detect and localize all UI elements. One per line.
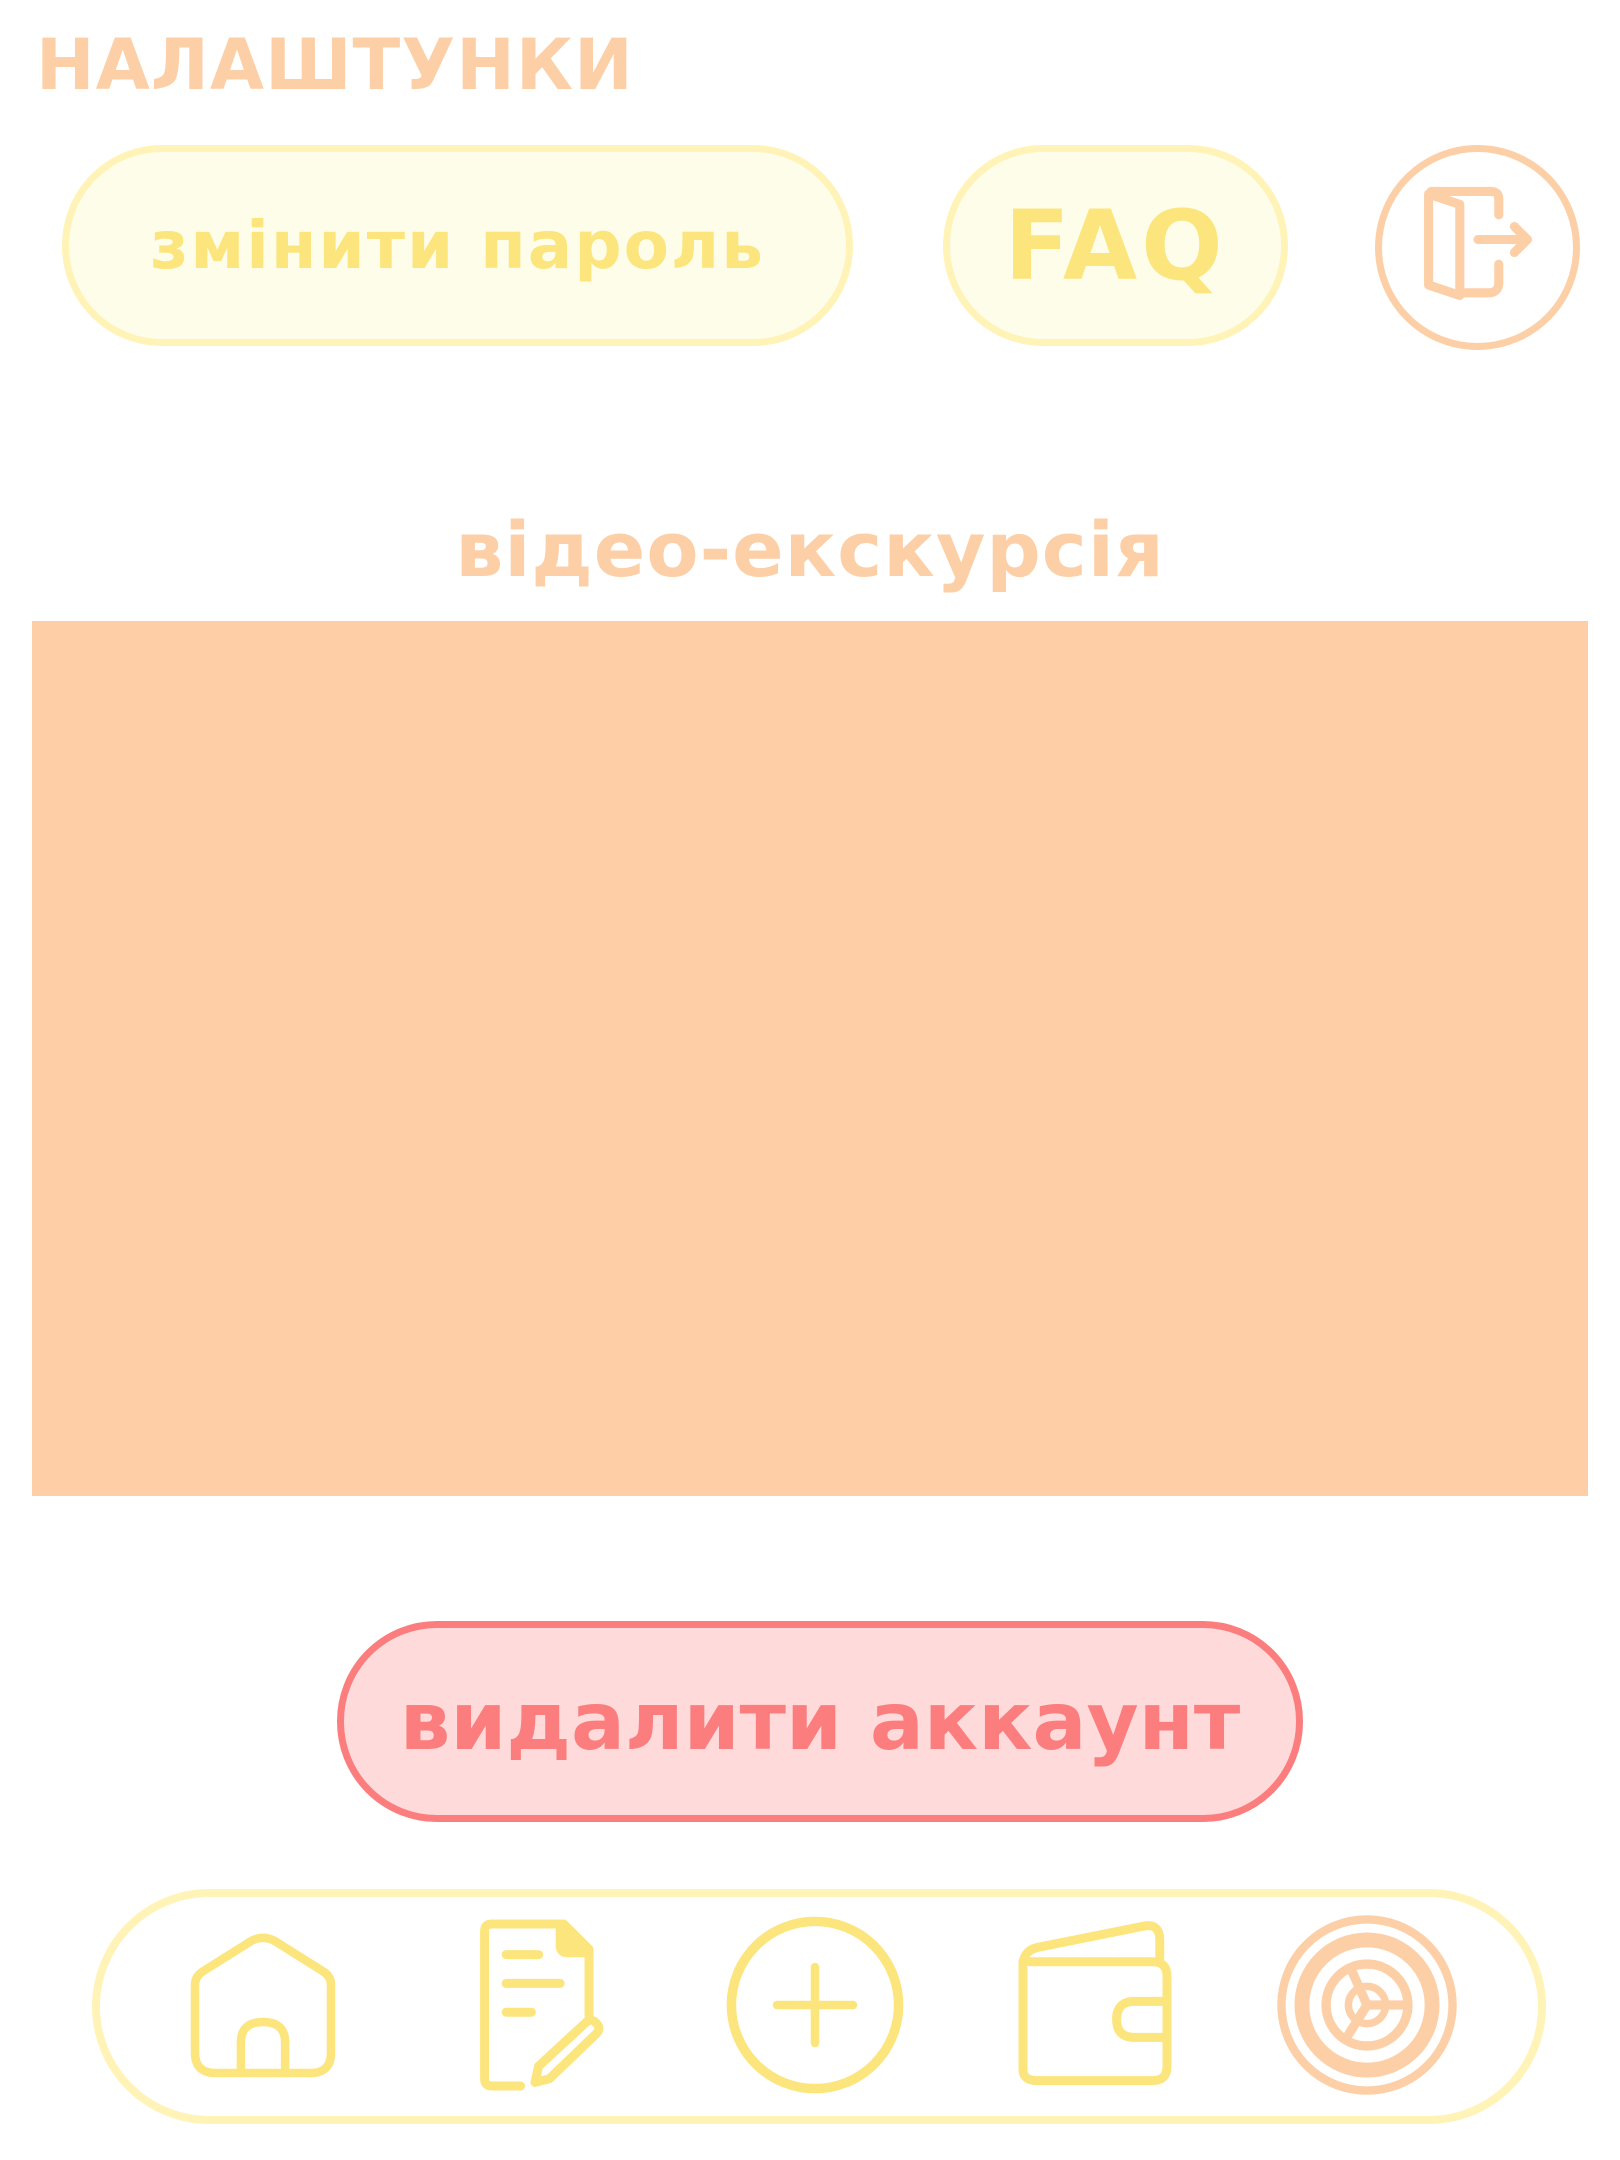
home-icon	[178, 1920, 348, 2090]
change-password-button[interactable]: змінити пароль	[62, 145, 853, 346]
nav-add-button[interactable]	[720, 1910, 910, 2100]
page-title: НАЛАШТУНКИ	[36, 24, 634, 106]
faq-button[interactable]: FAQ	[943, 145, 1288, 346]
video-player[interactable]	[32, 621, 1588, 1496]
nav-target-button[interactable]	[1272, 1910, 1462, 2100]
delete-account-button[interactable]: видалити аккаунт	[337, 1621, 1303, 1822]
nav-home-button[interactable]	[168, 1910, 358, 2100]
notes-edit-icon	[445, 1915, 625, 2095]
nav-notes-button[interactable]	[440, 1910, 630, 2100]
logout-button[interactable]	[1375, 145, 1580, 350]
add-circle-icon	[720, 1910, 910, 2100]
target-icon	[1274, 1912, 1460, 2098]
nav-wallet-button[interactable]	[1000, 1910, 1190, 2100]
video-tour-title: відео-екскурсія	[455, 505, 1165, 594]
wallet-icon	[1005, 1915, 1185, 2095]
logout-door-icon	[1413, 181, 1543, 315]
